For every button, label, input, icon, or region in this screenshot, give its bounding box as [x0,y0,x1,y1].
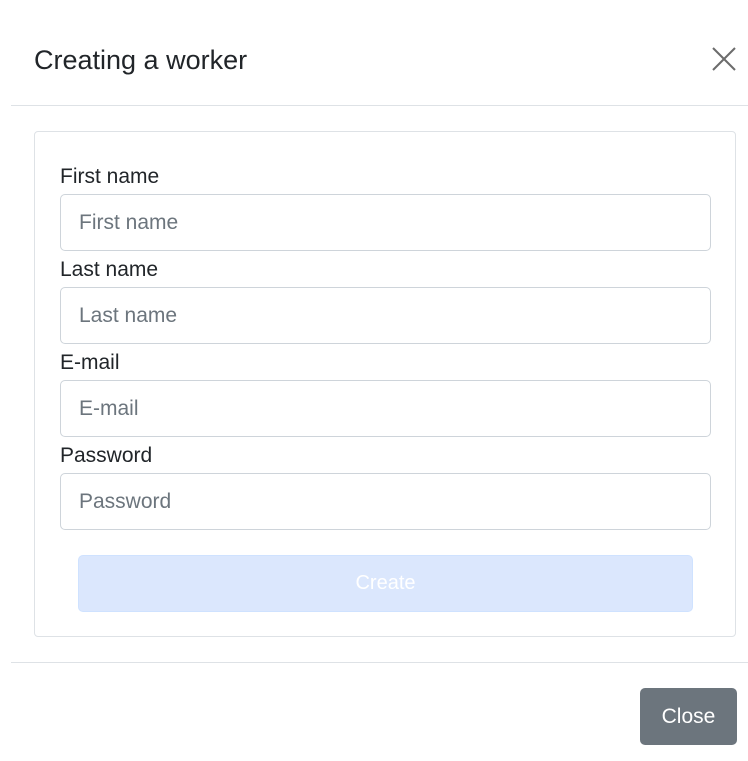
email-label: E-mail [60,351,120,374]
first-name-input[interactable] [60,194,711,251]
first-name-label: First name [60,165,160,188]
password-input[interactable] [60,473,711,530]
modal-footer: Close [11,662,748,761]
modal-header: Creating a worker [11,0,748,106]
last-name-label: Last name [60,258,159,281]
email-input[interactable] [60,380,711,437]
close-button[interactable]: Close [640,688,737,745]
modal-title: Creating a worker [34,45,248,75]
close-icon[interactable] [710,45,738,73]
last-name-input[interactable] [60,287,711,344]
password-label: Password [60,444,153,467]
worker-form-card: First name Last name E-mail Password Cre… [34,131,736,637]
create-worker-modal: Creating a worker First name Last name E… [0,0,748,761]
create-button[interactable]: Create [78,555,693,612]
